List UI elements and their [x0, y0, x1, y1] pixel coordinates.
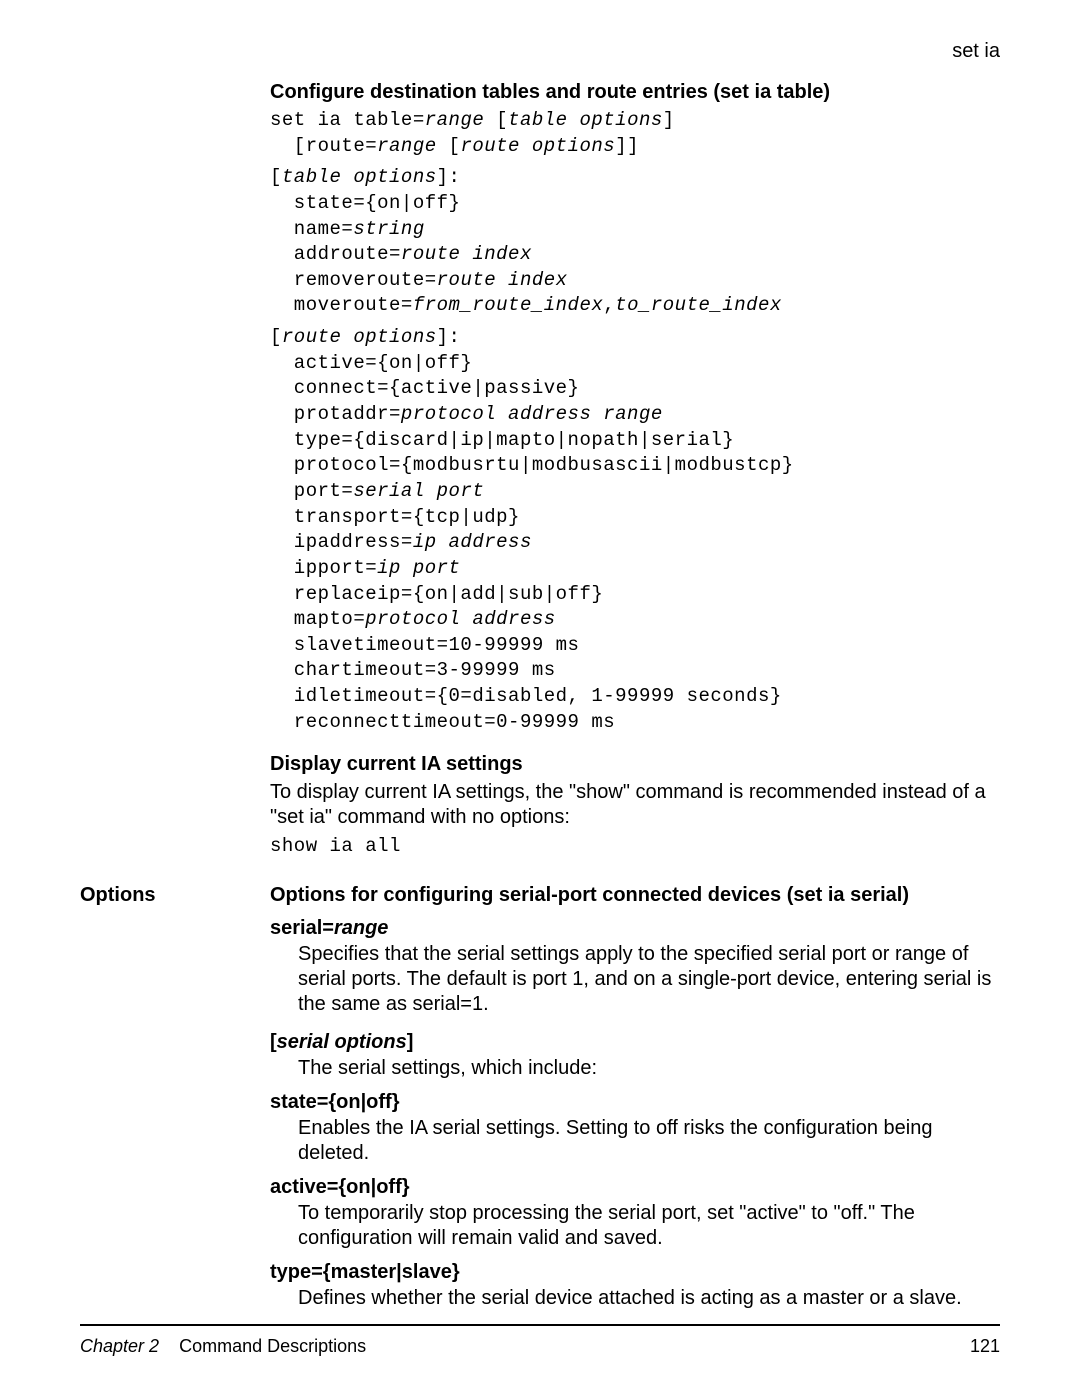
- code-line: state={on|off}: [270, 192, 460, 214]
- opt-type-title: type={master|slave}: [270, 1261, 1000, 1284]
- code-italic: string: [353, 218, 424, 240]
- opt-title-bracket: [: [270, 1031, 277, 1053]
- code-text: [: [437, 135, 461, 157]
- footer: Chapter 2 Command Descriptions 121: [80, 1324, 1000, 1357]
- code-line: idletimeout={0=disabled, 1-99999 seconds…: [270, 685, 782, 707]
- code-text: set ia table=: [270, 109, 425, 131]
- opt-active-title: active={on|off}: [270, 1176, 1000, 1199]
- code-line: chartimeout=3-99999 ms: [270, 659, 556, 681]
- heading-display: Display current IA settings: [270, 753, 1000, 776]
- opt-state-desc: Enables the IA serial settings. Setting …: [298, 1116, 1000, 1166]
- code-text: ]:: [437, 326, 461, 348]
- footer-page: 121: [970, 1336, 1000, 1357]
- code-italic: route options: [282, 326, 437, 348]
- code-line: replaceip={on|add|sub|off}: [270, 583, 603, 605]
- code-italic: table options: [508, 109, 663, 131]
- footer-chapter-title: Command Descriptions: [179, 1336, 366, 1356]
- code-block-1: set ia table=range [table options] [rout…: [270, 108, 1000, 159]
- code-text: ipport=: [270, 557, 377, 579]
- opt-serialopts-title: [serial options]: [270, 1031, 1000, 1054]
- opt-title-plain: serial=: [270, 917, 334, 939]
- code-line: protocol={modbusrtu|modbusascii|modbustc…: [270, 454, 794, 476]
- opt-serial-title: serial=range: [270, 917, 1000, 940]
- heading-configure: Configure destination tables and route e…: [270, 81, 1000, 104]
- code-italic: table options: [282, 166, 437, 188]
- code-italic: range: [377, 135, 437, 157]
- code-text: ]:: [437, 166, 461, 188]
- code-text: addroute=: [270, 243, 401, 265]
- opt-serial-desc: Specifies that the serial settings apply…: [298, 942, 1000, 1017]
- code-italic: serial port: [353, 480, 484, 502]
- code-text: moveroute=: [270, 294, 413, 316]
- code-text: ipaddress=: [270, 531, 413, 553]
- code-line: reconnecttimeout=0-99999 ms: [270, 711, 615, 733]
- footer-chapter-label: Chapter 2: [80, 1336, 159, 1356]
- code-italic: ip port: [377, 557, 460, 579]
- opt-state-title: state={on|off}: [270, 1091, 1000, 1114]
- code-italic: route options: [460, 135, 615, 157]
- code-italic: range: [425, 109, 485, 131]
- code-text: [: [270, 166, 282, 188]
- header-right: set ia: [80, 40, 1000, 63]
- code-text: ]: [663, 109, 675, 131]
- code-line: connect={active|passive}: [270, 377, 579, 399]
- opt-serialopts-desc: The serial settings, which include:: [298, 1056, 1000, 1081]
- code-text: port=: [270, 480, 353, 502]
- code-show: show ia all: [270, 834, 1000, 860]
- section-label-options: Options: [80, 884, 156, 907]
- code-line: type={discard|ip|mapto|nopath|serial}: [270, 429, 734, 451]
- code-italic: from_route_index: [413, 294, 603, 316]
- code-text: ]]: [615, 135, 639, 157]
- code-italic: protocol address: [365, 608, 555, 630]
- code-italic: ip address: [413, 531, 532, 553]
- code-text: name=: [270, 218, 353, 240]
- opt-type-desc: Defines whether the serial device attach…: [298, 1286, 1000, 1311]
- heading-options: Options for configuring serial-port conn…: [270, 884, 1000, 907]
- code-text: protaddr=: [270, 403, 401, 425]
- code-block-2: [table options]: state={on|off} name=str…: [270, 165, 1000, 319]
- code-italic: to_route_index: [615, 294, 782, 316]
- code-text: [: [484, 109, 508, 131]
- code-line: transport={tcp|udp}: [270, 506, 520, 528]
- footer-left: Chapter 2 Command Descriptions: [80, 1336, 366, 1357]
- opt-active-desc: To temporarily stop processing the seria…: [298, 1201, 1000, 1251]
- code-italic: route index: [437, 269, 568, 291]
- code-block-3: [route options]: active={on|off} connect…: [270, 325, 1000, 735]
- code-line: active={on|off}: [270, 352, 472, 374]
- code-text: mapto=: [270, 608, 365, 630]
- opt-title-bracket: ]: [407, 1031, 414, 1053]
- opt-title-italic: range: [334, 917, 388, 939]
- code-text: [: [270, 326, 282, 348]
- code-text: ,: [603, 294, 615, 316]
- code-text: [route=: [270, 135, 377, 157]
- code-italic: route index: [401, 243, 532, 265]
- code-text: removeroute=: [270, 269, 437, 291]
- code-italic: protocol address range: [401, 403, 663, 425]
- code-line: slavetimeout=10-99999 ms: [270, 634, 579, 656]
- display-body: To display current IA settings, the "sho…: [270, 780, 1000, 830]
- opt-title-italic: serial options: [277, 1031, 407, 1053]
